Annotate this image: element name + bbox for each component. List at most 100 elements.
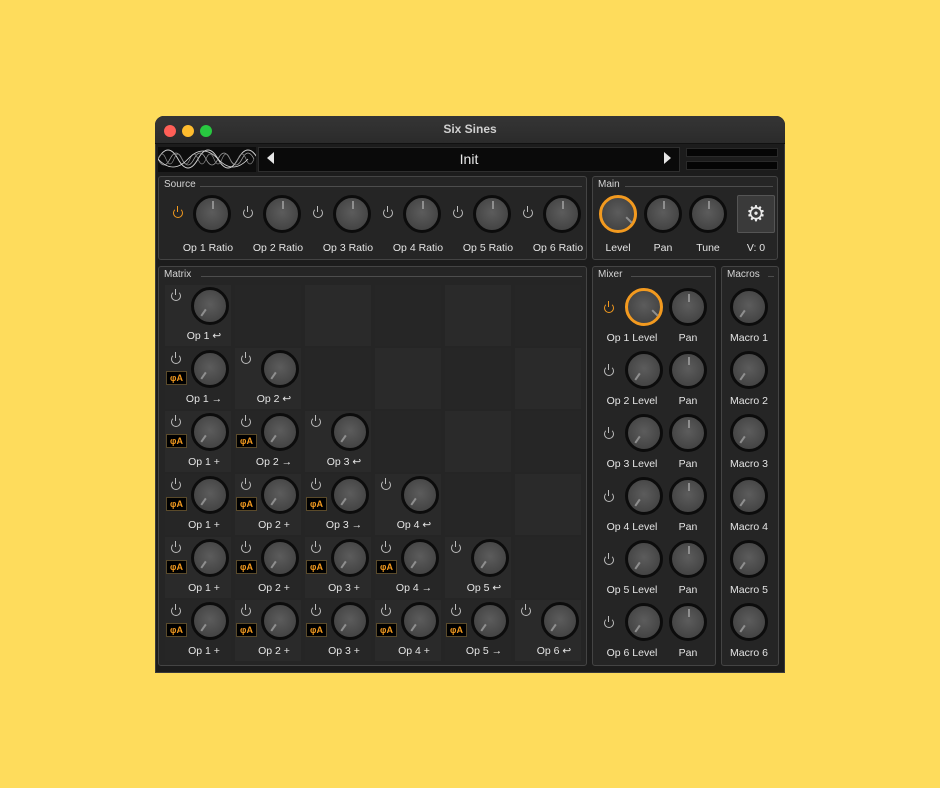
matrix-r5-c2-phase-badge[interactable]: φA [236,560,257,574]
matrix-r6-c3-knob[interactable] [331,602,369,640]
mixer-op-2-pan-knob[interactable] [669,351,707,389]
matrix-r3-c2-phase-badge[interactable]: φA [236,434,257,448]
source-op-4-ratio-knob[interactable] [403,195,441,233]
matrix-r6-c2-knob[interactable] [261,602,299,640]
matrix-r6-c3-power-icon[interactable] [311,604,321,616]
matrix-r2-c1-phase-badge[interactable]: φA [166,371,187,385]
mixer-op-5-power-icon[interactable] [604,553,614,565]
macro-6-knob[interactable] [730,603,768,641]
matrix-r2-c1-power-icon[interactable] [171,352,181,364]
matrix-r5-c2-knob[interactable] [261,539,299,577]
matrix-r6-c5-knob[interactable] [471,602,509,640]
mixer-op-3-level-knob[interactable] [625,414,663,452]
mixer-op-5-level-knob[interactable] [625,540,663,578]
matrix-r3-c1-power-icon[interactable] [171,415,181,427]
source-op-5-ratio-knob[interactable] [473,195,511,233]
macro-1-knob[interactable] [730,288,768,326]
matrix-r6-c1-knob[interactable] [191,602,229,640]
source-op-6-power-icon[interactable] [523,206,533,218]
matrix-r5-c2-power-icon[interactable] [241,541,251,553]
matrix-r5-c1-phase-badge[interactable]: φA [166,560,187,574]
mixer-op-1-level-knob[interactable] [625,288,663,326]
matrix-r6-c1-power-icon[interactable] [171,604,181,616]
source-op-2-power-icon[interactable] [243,206,253,218]
matrix-r4-c4-power-icon[interactable] [381,478,391,490]
matrix-r4-c1-knob[interactable] [191,476,229,514]
matrix-r5-c4-phase-badge[interactable]: φA [376,560,397,574]
matrix-r6-c2-phase-badge[interactable]: φA [236,623,257,637]
matrix-r1-c1-power-icon[interactable] [171,289,181,301]
mixer-op-2-level-knob[interactable] [625,351,663,389]
mixer-op-6-level-knob[interactable] [625,603,663,641]
source-op-1-ratio-knob[interactable] [193,195,231,233]
matrix-r3-c2-knob[interactable] [261,413,299,451]
matrix-r4-c1-power-icon[interactable] [171,478,181,490]
matrix-r5-c4-knob[interactable] [401,539,439,577]
source-op-5-power-icon[interactable] [453,206,463,218]
mixer-op-1-pan-knob[interactable] [669,288,707,326]
mixer-op-1-power-icon[interactable] [604,301,614,313]
mixer-op-4-level-knob[interactable] [625,477,663,515]
source-op-3-power-icon[interactable] [313,206,323,218]
matrix-r4-c1-phase-badge[interactable]: φA [166,497,187,511]
source-op-4-power-icon[interactable] [383,206,393,218]
matrix-r6-c6-power-icon[interactable] [521,604,531,616]
macro-5-knob[interactable] [730,540,768,578]
matrix-r5-c3-phase-badge[interactable]: φA [306,560,327,574]
matrix-r3-c3-power-icon[interactable] [311,415,321,427]
matrix-r4-c2-power-icon[interactable] [241,478,251,490]
matrix-r1-c1-knob[interactable] [191,287,229,325]
matrix-r6-c4-phase-badge[interactable]: φA [376,623,397,637]
matrix-r6-c1-phase-badge[interactable]: φA [166,623,187,637]
main-tune-knob[interactable] [689,195,727,233]
matrix-r3-c2-power-icon[interactable] [241,415,251,427]
matrix-r3-c1-phase-badge[interactable]: φA [166,434,187,448]
preset-name[interactable]: Init [259,151,679,167]
mixer-op-3-pan-knob[interactable] [669,414,707,452]
matrix-r6-c5-phase-badge[interactable]: φA [446,623,467,637]
matrix-r2-c2-power-icon[interactable] [241,352,251,364]
matrix-r5-c1-knob[interactable] [191,539,229,577]
matrix-r4-c3-power-icon[interactable] [311,478,321,490]
matrix-r6-c5-power-icon[interactable] [451,604,461,616]
matrix-r6-c2-power-icon[interactable] [241,604,251,616]
matrix-r5-c3-power-icon[interactable] [311,541,321,553]
matrix-r6-c4-knob[interactable] [401,602,439,640]
matrix-r2-c1-knob[interactable] [191,350,229,388]
matrix-r4-c3-phase-badge[interactable]: φA [306,497,327,511]
gear-icon[interactable]: ⚙ [737,195,775,233]
source-op-1-power-icon[interactable] [173,206,183,218]
matrix-r2-c2-knob[interactable] [261,350,299,388]
matrix-r6-c6-knob[interactable] [541,602,579,640]
matrix-r4-c4-knob[interactable] [401,476,439,514]
matrix-r5-c5-power-icon[interactable] [451,541,461,553]
matrix-r6-c3-phase-badge[interactable]: φA [306,623,327,637]
matrix-r5-c3-knob[interactable] [331,539,369,577]
mixer-op-4-pan-knob[interactable] [669,477,707,515]
matrix-r4-c2-knob[interactable] [261,476,299,514]
matrix-r4-c2-phase-badge[interactable]: φA [236,497,257,511]
macro-3-knob[interactable] [730,414,768,452]
main-pan-knob[interactable] [644,195,682,233]
source-op-3-ratio-knob[interactable] [333,195,371,233]
matrix-r3-c1-knob[interactable] [191,413,229,451]
matrix-r6-c4-power-icon[interactable] [381,604,391,616]
mixer-op-6-pan-knob[interactable] [669,603,707,641]
macro-4-knob[interactable] [730,477,768,515]
matrix-r3-c3-knob[interactable] [331,413,369,451]
mixer-op-3-power-icon[interactable] [604,427,614,439]
source-op-6-ratio-knob[interactable] [543,195,581,233]
mixer-op-5-pan-knob[interactable] [669,540,707,578]
matrix-r4-c3-knob[interactable] [331,476,369,514]
source-op-2-ratio-knob[interactable] [263,195,301,233]
mixer-op-6-power-icon[interactable] [604,616,614,628]
matrix-r5-c1-power-icon[interactable] [171,541,181,553]
next-preset-icon[interactable] [664,152,671,164]
mixer-op-4-power-icon[interactable] [604,490,614,502]
matrix-r5-c4-power-icon[interactable] [381,541,391,553]
preset-selector[interactable]: Init [258,147,680,172]
macro-2-knob[interactable] [730,351,768,389]
main-level-knob[interactable] [599,195,637,233]
mixer-op-2-power-icon[interactable] [604,364,614,376]
matrix-r5-c5-knob[interactable] [471,539,509,577]
